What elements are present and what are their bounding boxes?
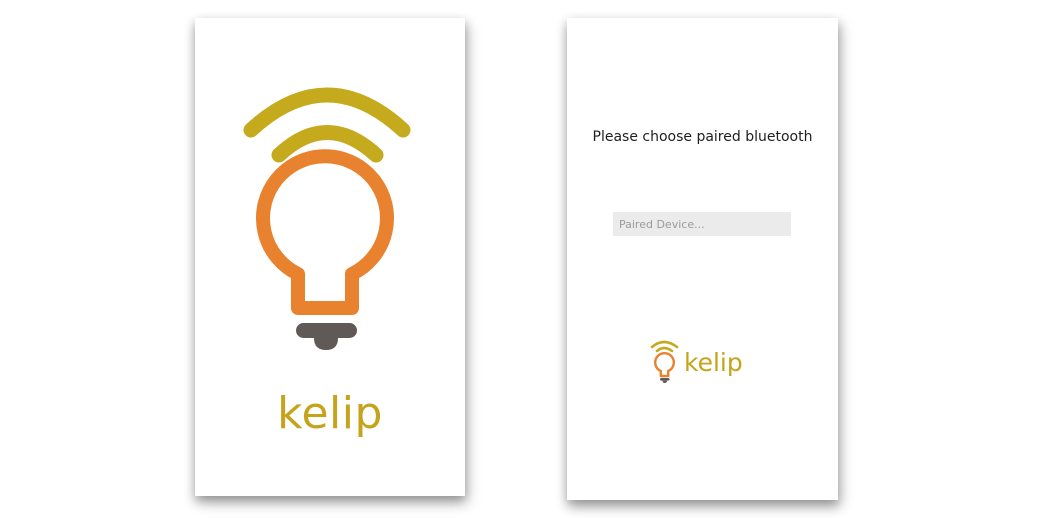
- splash-screen: kelip: [195, 18, 465, 496]
- stage: kelip Please choose paired bluetooth kel…: [0, 0, 1050, 518]
- paired-device-field[interactable]: [613, 212, 791, 236]
- bulb-tip: [314, 338, 338, 350]
- brand-logo-text: kelip: [277, 388, 383, 439]
- bulb-base: [296, 323, 357, 338]
- bulb-wifi-icon: [650, 340, 679, 383]
- bulb-wifi-icon: [243, 87, 411, 350]
- brand-logo-text: kelip: [684, 348, 743, 377]
- page-title: Please choose paired bluetooth: [592, 129, 813, 145]
- bulb-outline: [256, 149, 394, 315]
- signal-arc-outer: [243, 87, 411, 138]
- pairing-screen: Please choose paired bluetooth kelip: [567, 18, 838, 500]
- brand-logo: kelip: [649, 337, 759, 387]
